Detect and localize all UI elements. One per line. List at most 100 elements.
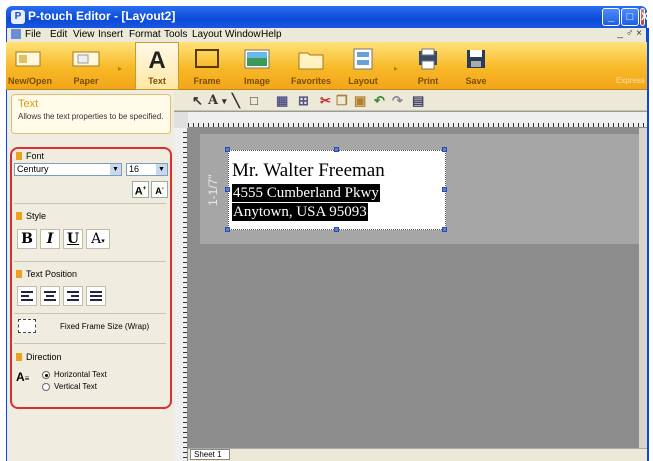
font-family-select[interactable]: Century ▼ [14,163,122,176]
mdi-controls[interactable]: _ ♂ × [618,28,642,39]
chevron-down-icon[interactable]: ▾ [222,96,227,107]
menu-view[interactable]: View [73,29,95,40]
properties-icon[interactable]: ▤ [412,93,424,109]
title-bar: P P-touch Editor - [Layout2] _ □ X [6,6,648,28]
vertical-ruler [174,112,188,461]
fixed-frame-wrap-label[interactable]: Fixed Frame Size (Wrap) [60,322,149,331]
image-button[interactable]: Image [236,42,278,90]
align-right-button[interactable] [63,286,83,306]
copy-icon[interactable]: ❐ [336,93,348,109]
direction-heading: Direction [16,352,62,362]
divider [14,313,166,314]
label-length-text: 1-1/7" [206,174,220,206]
text-position-heading: Text Position [16,269,77,279]
chevron-down-icon[interactable]: ▼ [156,164,167,175]
express-label[interactable]: Express [616,76,645,85]
text-button[interactable]: A Text [136,42,178,90]
resize-handle[interactable] [225,227,230,232]
label-text-line-2[interactable]: 4555 Cumberland Pkwy [232,184,380,202]
redo-icon[interactable]: ↷ [392,93,403,109]
justify-button[interactable] [86,286,106,306]
horizontal-scrollbar[interactable] [188,448,647,461]
paper-icon [72,51,100,67]
resize-handle[interactable] [442,147,447,152]
menu-tools[interactable]: Tools [164,29,187,40]
wrap-frame-icon[interactable] [18,319,36,333]
text-effect-button[interactable]: A▾ [86,229,110,249]
close-button[interactable]: X [640,8,648,26]
frame-icon [195,49,219,68]
align-left-button[interactable] [17,286,37,306]
edit-toolbar: ↖ A ▾ ╲ □ ▦ ⊞ ✂ ❐ ▣ ↶ ↷ ▤ [174,90,647,111]
arrow-icon[interactable]: ↖ [192,93,203,109]
table-icon[interactable]: ▦ [276,93,288,109]
text-direction-icon: A≡ [16,370,30,384]
print-button[interactable]: Print [408,42,448,90]
image-icon [244,49,270,69]
underline-button[interactable]: U [63,229,83,249]
vertical-text-label[interactable]: Vertical Text [54,382,97,391]
vertical-scrollbar[interactable] [639,128,647,448]
font-size-select[interactable]: 16 ▼ [126,163,168,176]
minimize-button[interactable]: _ [602,8,620,26]
text-tool-icon[interactable]: A [208,93,218,108]
menu-layout[interactable]: Layout [192,29,222,40]
new-open-button[interactable]: New/Open [8,42,52,90]
menu-file[interactable]: File [25,29,41,40]
divider [14,261,166,262]
italic-button[interactable]: I [40,229,60,249]
ptouch-icon: P [11,10,25,24]
print-icon [419,48,437,70]
paste-icon[interactable]: ▣ [354,93,366,109]
sheet-tab[interactable]: Sheet 1 [190,449,230,460]
align-center-button[interactable] [40,286,60,306]
frame-button[interactable]: Frame [186,42,228,90]
layout-button[interactable]: Layout [342,42,384,90]
label-text-line-3[interactable]: Anytown, USA 95093 [232,203,368,221]
resize-handle[interactable] [334,227,339,232]
paper-button[interactable]: Paper [66,42,106,90]
grow-font-button[interactable]: A+ [132,181,149,198]
menu-window[interactable]: Window [225,29,261,40]
resize-handle[interactable] [334,147,339,152]
menu-help[interactable]: Help [261,29,282,40]
shrink-font-button[interactable]: A- [151,181,168,198]
maximize-button[interactable]: □ [621,8,639,26]
font-heading: Font [16,151,44,161]
menu-insert[interactable]: Insert [98,29,123,40]
line-tool-icon[interactable]: ╲ [232,93,240,109]
help-description: Allows the text properties to be specifi… [18,112,164,121]
main-toolbar: New/Open Paper ▸ A Text Frame Image Favo… [6,42,647,90]
resize-handle[interactable] [225,147,230,152]
menu-format[interactable]: Format [129,29,161,40]
resize-handle[interactable] [225,187,230,192]
new-open-icon [15,51,41,67]
ruler-corner [174,112,188,128]
style-heading: Style [16,211,46,221]
frame-tool-icon[interactable]: □ [250,93,258,108]
favorites-button[interactable]: Favorites [288,42,334,90]
undo-icon[interactable]: ↶ [374,93,385,109]
chevron-right-icon[interactable]: ▸ [118,64,122,73]
horizontal-text-label[interactable]: Horizontal Text [54,370,107,379]
chevron-down-icon[interactable]: ▼ [110,164,121,175]
favorites-icon [298,52,324,70]
grid-icon[interactable]: ⊞ [298,93,309,109]
vertical-text-radio[interactable] [42,383,50,391]
save-button[interactable]: Save [456,42,496,90]
resize-handle[interactable] [442,227,447,232]
label-text-line-1[interactable]: Mr. Walter Freeman [232,160,385,182]
divider [14,343,166,344]
layout-icon [353,48,373,70]
cut-icon[interactable]: ✂ [320,93,331,109]
document-icon[interactable] [11,29,21,39]
help-box: Text Allows the text properties to be sp… [11,94,171,134]
horizontal-text-radio[interactable] [42,371,50,379]
chevron-right-icon[interactable]: ▸ [394,64,398,73]
bold-button[interactable]: B [17,229,37,249]
window-title: P-touch Editor - [Layout2] [28,9,176,23]
text-icon: A [148,47,165,71]
resize-handle[interactable] [442,187,447,192]
svg-text:A: A [148,47,165,71]
menu-edit[interactable]: Edit [50,29,67,40]
